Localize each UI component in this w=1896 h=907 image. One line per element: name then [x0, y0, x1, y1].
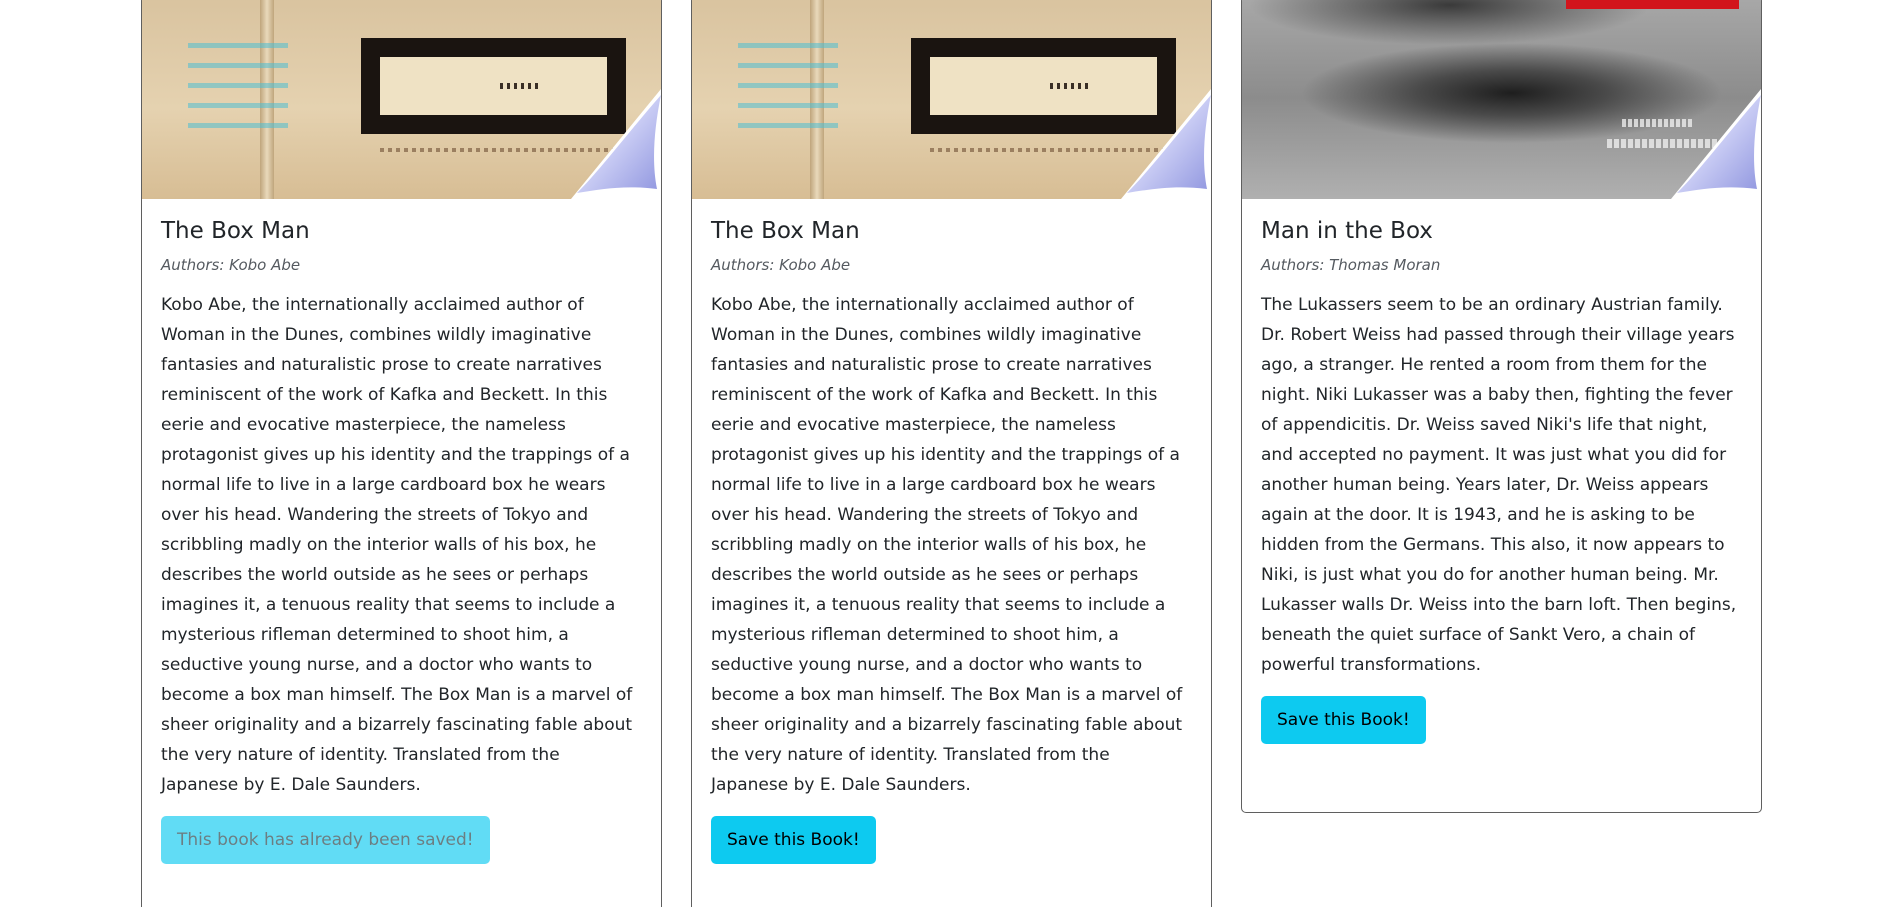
saved-books-results: The Box Man Authors: Kobo Abe Kobo Abe, …	[0, 0, 1896, 907]
book-authors: Authors: Kobo Abe	[161, 256, 301, 274]
cover-blurb	[188, 43, 288, 129]
book-card: The Box Man Authors: Kobo Abe Kobo Abe, …	[141, 0, 662, 907]
save-book-button[interactable]: Save this Book!	[711, 816, 876, 864]
book-title: Man in the Box	[1261, 218, 1433, 244]
book-card: Man in the Box Authors: Thomas Moran The…	[1241, 0, 1762, 813]
book-authors: Authors: Thomas Moran	[1261, 256, 1441, 274]
book-description: The Lukassers seem to be an ordinary Aus…	[1261, 295, 1737, 675]
book-description: Kobo Abe, the internationally acclaimed …	[711, 295, 1183, 795]
book-title: The Box Man	[161, 218, 310, 244]
card-body: Man in the Box Authors: Thomas Moran The…	[1242, 199, 1761, 764]
page-curl-icon	[1671, 89, 1761, 199]
page-curl-icon	[1121, 89, 1211, 199]
book-card: The Box Man Authors: Kobo Abe Kobo Abe, …	[691, 0, 1212, 907]
save-book-button[interactable]: This book has already been saved!	[161, 816, 490, 864]
page-curl-icon	[571, 89, 661, 199]
book-description: Kobo Abe, the internationally acclaimed …	[161, 295, 633, 795]
book-cover-image	[142, 0, 661, 199]
cover-blurb	[738, 43, 838, 129]
book-cover-image	[692, 0, 1211, 199]
card-body: The Box Man Authors: Kobo Abe Kobo Abe, …	[692, 199, 1211, 884]
book-cover-image	[1242, 0, 1761, 199]
cover-red-band	[1566, 0, 1739, 9]
card-body: The Box Man Authors: Kobo Abe Kobo Abe, …	[142, 199, 661, 884]
book-authors: Authors: Kobo Abe	[711, 256, 851, 274]
book-title: The Box Man	[711, 218, 860, 244]
save-book-button[interactable]: Save this Book!	[1261, 696, 1426, 744]
